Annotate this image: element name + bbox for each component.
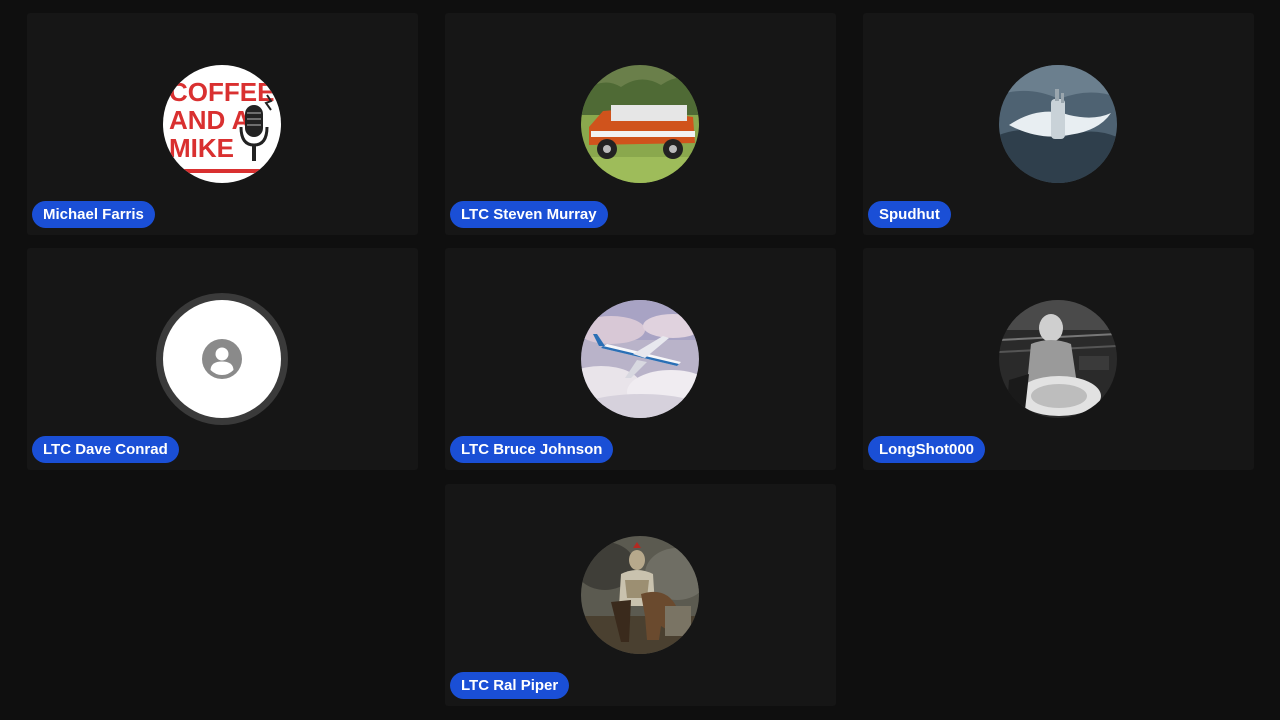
orange-truck-photo-icon <box>581 65 699 183</box>
logo-text-line-1: COFFEE <box>169 77 274 107</box>
default-avatar <box>156 293 288 425</box>
video-grid: COFFEE AND A MIKE Michael Farris LTC Ste… <box>0 0 1280 720</box>
participant-name-badge: LTC Dave Conrad <box>32 436 179 463</box>
coffee-and-a-mike-logo-icon: COFFEE AND A MIKE <box>163 65 281 183</box>
participant-tile[interactable]: LTC Dave Conrad <box>27 248 418 470</box>
participant-tile[interactable]: LongShot000 <box>863 248 1254 470</box>
participant-name-badge: LTC Steven Murray <box>450 201 608 228</box>
logo-text-line-2: AND A <box>169 105 251 135</box>
participant-name-badge: LTC Bruce Johnson <box>450 436 614 463</box>
airplane-photo-icon <box>581 300 699 418</box>
participant-tile[interactable]: LTC Bruce Johnson <box>445 248 836 470</box>
cavalry-soldier-painting-icon <box>581 536 699 654</box>
participant-name-badge: Michael Farris <box>32 201 155 228</box>
participant-name-badge: Spudhut <box>868 201 951 228</box>
bw-portrait-photo-icon <box>999 300 1117 418</box>
participant-name-badge: LTC Ral Piper <box>450 672 570 699</box>
default-user-icon <box>202 339 242 379</box>
participant-tile[interactable]: LTC Ral Piper <box>445 484 836 706</box>
logo-text-line-3: MIKE <box>169 133 234 163</box>
participant-name-badge: LongShot000 <box>868 436 986 463</box>
participant-tile[interactable]: Spudhut <box>863 13 1254 235</box>
submarine-photo-icon <box>999 65 1117 183</box>
participant-tile[interactable]: COFFEE AND A MIKE Michael Farris <box>27 13 418 235</box>
participant-tile[interactable]: LTC Steven Murray <box>445 13 836 235</box>
